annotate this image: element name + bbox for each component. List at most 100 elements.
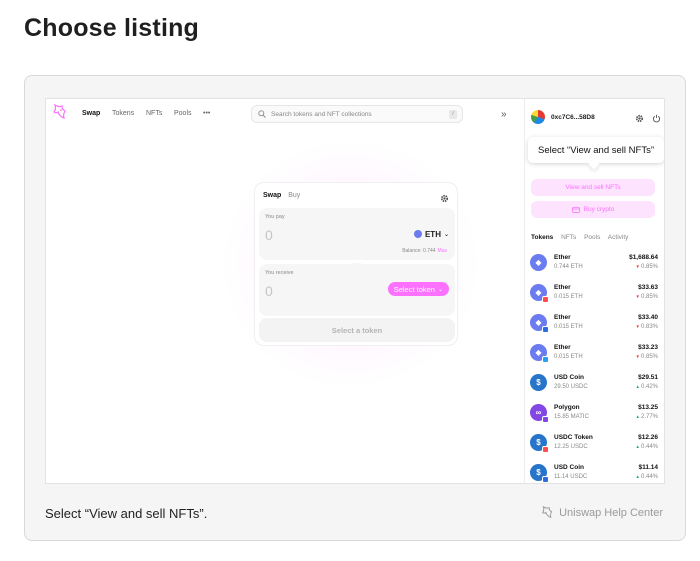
select-token-button[interactable]: Select token ⌄ <box>387 282 449 296</box>
token-change-value: 0.44% <box>640 444 658 450</box>
token-change: ▼0.83% <box>636 324 658 330</box>
step-caption: Select “View and sell NFTs”. <box>45 506 208 521</box>
nav-pools[interactable]: Pools <box>174 110 192 117</box>
token-change-value: 2.77% <box>640 414 658 420</box>
network-badge-icon <box>542 416 549 423</box>
token-row[interactable]: ◆ Ether 0.015 ETH $33.23 ▼0.85% <box>530 341 658 371</box>
top-nav: Swap Tokens NFTs Pools ••• Search tokens… <box>46 99 521 127</box>
tab-tokens[interactable]: Tokens <box>531 234 553 241</box>
nav-tokens[interactable]: Tokens <box>112 110 134 117</box>
search-placeholder: Search tokens and NFT collections <box>271 110 372 118</box>
token-value: $33.40 <box>638 314 658 321</box>
gear-icon[interactable] <box>440 190 449 208</box>
receive-amount-input[interactable]: 0 <box>265 283 273 299</box>
gear-icon[interactable] <box>635 110 644 128</box>
arrow-up-icon: ▲ <box>635 474 640 479</box>
buy-crypto-button[interactable]: Buy crypto <box>531 201 655 218</box>
token-balance: 15.85 MATIC <box>554 414 589 420</box>
help-center-link[interactable]: Uniswap Help Center <box>541 506 663 519</box>
wallet-drawer: 0xc7C6...58D8 Select “View and sell NFTs… <box>524 99 664 483</box>
token-row[interactable]: ∞ Polygon 15.85 MATIC $13.25 ▲2.77% <box>530 401 658 431</box>
tab-swap[interactable]: Swap <box>263 192 281 199</box>
arrow-down-icon: ▼ <box>635 294 640 299</box>
token-balance: 29.50 USDC <box>554 384 588 390</box>
receive-panel: You receive 0 Select token ⌄ <box>259 264 455 316</box>
token-row[interactable]: $ USDC Token 12.25 USDC $12.26 ▲0.44% <box>530 431 658 461</box>
wallet-address[interactable]: 0xc7C6...58D8 <box>551 114 595 121</box>
account-actions <box>635 110 661 128</box>
token-row[interactable]: $ USD Coin 11.14 USDC $11.14 ▲0.44% <box>530 461 658 483</box>
token-row[interactable]: ◆ Ether 0.744 ETH $1,688.64 ▼0.85% <box>530 251 658 281</box>
usdc-icon: $ <box>530 374 547 391</box>
token-row[interactable]: ◆ Ether 0.015 ETH $33.40 ▼0.83% <box>530 311 658 341</box>
token-value: $12.26 <box>638 434 658 441</box>
token-name: Ether <box>554 254 571 261</box>
pay-panel: You pay 0 ETH ⌄ Balance: 0.744 Max <box>259 208 455 260</box>
token-change: ▼0.85% <box>636 354 658 360</box>
token-value: $33.23 <box>638 344 658 351</box>
chevron-down-icon: ⌄ <box>443 231 449 238</box>
network-badge-icon <box>542 476 549 483</box>
collapse-drawer-icon[interactable]: » <box>501 109 507 120</box>
token-change: ▲0.44% <box>636 474 658 480</box>
token-name: USD Coin <box>554 374 584 381</box>
max-button[interactable]: Max <box>438 248 447 254</box>
token-balance: 0.015 ETH <box>554 354 583 360</box>
nav-nfts[interactable]: NFTs <box>146 110 162 117</box>
pay-amount-input[interactable]: 0 <box>265 227 273 243</box>
usdc-icon: $ <box>530 464 549 483</box>
token-balance: 0.015 ETH <box>554 324 583 330</box>
token-name: USD Coin <box>554 464 584 471</box>
search-input[interactable]: Search tokens and NFT collections / <box>251 105 463 123</box>
balance: Balance: 0.744 Max <box>402 248 447 254</box>
token-row[interactable]: $ USD Coin 29.50 USDC $29.51 ▲0.42% <box>530 371 658 401</box>
token-name: Ether <box>554 314 571 321</box>
receive-label: You receive <box>265 270 294 276</box>
tab-pools[interactable]: Pools <box>584 234 600 241</box>
tab-nfts[interactable]: NFTs <box>561 234 576 241</box>
arrow-down-icon: ▼ <box>635 354 640 359</box>
arrow-up-icon: ▲ <box>635 384 640 389</box>
arrow-up-icon: ▲ <box>635 414 640 419</box>
tab-activity[interactable]: Activity <box>608 234 629 241</box>
balance-label: Balance: 0.744 <box>402 248 436 254</box>
view-and-sell-nfts-button[interactable]: View and sell NFTs <box>531 179 655 196</box>
network-badge-icon <box>542 446 549 453</box>
network-badge-icon <box>542 356 549 363</box>
pay-token-selector[interactable]: ETH ⌄ <box>413 227 449 241</box>
app-screenshot: Swap Tokens NFTs Pools ••• Search tokens… <box>45 98 665 484</box>
usdc-icon: $ <box>530 434 549 453</box>
eth-icon: ◆ <box>530 314 549 333</box>
token-change-value: 0.85% <box>640 354 658 360</box>
instruction-tooltip: Select “View and sell NFTs” <box>528 137 664 163</box>
token-change: ▲0.42% <box>636 384 658 390</box>
swap-tabs: Swap Buy <box>263 192 300 199</box>
eth-icon: ◆ <box>530 344 549 363</box>
token-name: Polygon <box>554 404 580 411</box>
token-change: ▼0.85% <box>636 294 658 300</box>
arrow-down-icon: ▼ <box>635 324 640 329</box>
uniswap-unicorn-icon <box>541 506 554 519</box>
token-balance: 12.25 USDC <box>554 444 588 450</box>
power-icon[interactable] <box>652 110 661 128</box>
nav-swap[interactable]: Swap <box>82 110 100 117</box>
token-change-value: 0.44% <box>640 474 658 480</box>
arrow-up-icon: ▲ <box>635 444 640 449</box>
swap-widget: Swap Buy You pay 0 ETH ⌄ Balance: 0.744 M… <box>254 182 458 346</box>
token-change-value: 0.85% <box>640 294 658 300</box>
eth-icon: ◆ <box>530 284 549 303</box>
token-name: USDC Token <box>554 434 593 441</box>
help-center-label: Uniswap Help Center <box>559 506 663 519</box>
pay-token-symbol: ETH <box>424 229 441 239</box>
page-title: Choose listing <box>24 14 200 42</box>
select-a-token-button[interactable]: Select a token <box>259 318 455 342</box>
chevron-down-icon: ⌄ <box>437 286 443 293</box>
nav-more[interactable]: ••• <box>203 110 210 117</box>
token-row[interactable]: ◆ Ether 0.015 ETH $33.63 ▼0.85% <box>530 281 658 311</box>
token-value: $33.63 <box>638 284 658 291</box>
token-list: ◆ Ether 0.744 ETH $1,688.64 ▼0.85% ◆ Ether 0.01… <box>530 251 658 483</box>
tab-buy[interactable]: Buy <box>288 192 300 199</box>
token-change: ▼0.85% <box>636 264 658 270</box>
uniswap-unicorn-icon[interactable] <box>53 103 67 122</box>
account-row: 0xc7C6...58D8 <box>531 107 663 127</box>
